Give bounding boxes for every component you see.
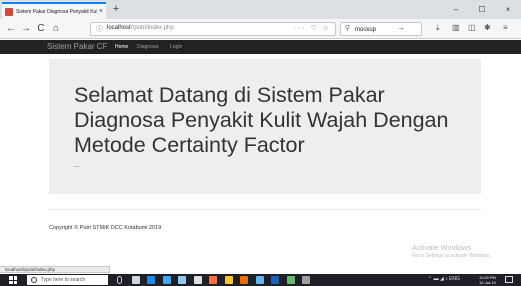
clock-date: 12-Jul-19 <box>479 280 496 285</box>
search-input[interactable] <box>355 24 419 35</box>
activate-windows-watermark: Activate Windows Go to Settings to activ… <box>412 243 491 259</box>
tab-title: Sistem Pakar Diagnosa Penyakit Kulit Waj… <box>16 8 97 15</box>
window-minimize-button[interactable]: – <box>443 0 469 19</box>
window-close-button[interactable]: × <box>495 0 521 19</box>
nav-home[interactable]: Home <box>115 44 128 50</box>
firefox-icon[interactable] <box>209 276 217 284</box>
search-icon: ⚲ <box>345 25 351 32</box>
app-grey-icon[interactable] <box>302 276 310 284</box>
taskbar-search-placeholder: Type here to search <box>41 277 86 283</box>
library-icon[interactable]: ▥ <box>452 23 460 32</box>
tab-close-icon[interactable]: × <box>99 8 103 15</box>
search-box[interactable]: ⚲ <box>340 22 422 36</box>
new-tab-button[interactable]: + <box>110 3 122 16</box>
window-maximize-button[interactable]: ☐ <box>469 0 495 19</box>
xampp-icon[interactable] <box>240 276 248 284</box>
back-button[interactable]: ← <box>4 22 18 36</box>
edge-icon[interactable] <box>147 276 155 284</box>
site-info-icon[interactable]: ⓘ <box>96 24 103 34</box>
photos-icon[interactable] <box>271 276 279 284</box>
task-view-icon[interactable] <box>131 276 140 284</box>
browser-tab-strip: Sistem Pakar Diagnosa Penyakit Kulit Waj… <box>0 0 521 19</box>
nav-diagnosa[interactable]: Diagnosa <box>137 44 158 50</box>
app-blue-icon[interactable] <box>255 276 264 284</box>
address-bar[interactable]: ⓘ localhost/rputri/index.php ··· ♡ ☆ <box>90 22 336 36</box>
site-brand[interactable]: Sistem Pakar CF <box>47 42 107 51</box>
welcome-headline: Selamat Datang di Sistem Pakar Diagnosa … <box>74 83 449 157</box>
reload-button[interactable]: C <box>34 22 48 36</box>
extension-icon[interactable]: ✱ <box>484 23 491 32</box>
notification-center-icon[interactable] <box>505 276 513 283</box>
site-navbar: Sistem Pakar CF Home Diagnosa Login <box>0 40 521 54</box>
screen: Sistem Pakar Diagnosa Penyakit Kulit Waj… <box>0 0 521 286</box>
browser-toolbar: ← → C ⌂ ⓘ localhost/rputri/index.php ···… <box>0 19 521 39</box>
headline-ellipsis: ... <box>74 162 80 169</box>
page-actions[interactable]: ··· ♡ ☆ <box>294 24 331 32</box>
taskbar-search-box[interactable]: Type here to search <box>27 275 108 285</box>
windows-taskbar: Type here to search ⌃ ▬ ◢ ♪ ENG 11:09 PM… <box>0 274 521 286</box>
store-icon[interactable] <box>162 276 171 284</box>
site-favicon-icon <box>5 7 13 16</box>
nav-login[interactable]: Login <box>170 44 182 50</box>
cortana-icon <box>31 277 37 283</box>
taskbar-clock[interactable]: 11:09 PM 12-Jul-19 <box>479 275 496 285</box>
home-button[interactable]: ⌂ <box>49 22 63 36</box>
forward-button[interactable]: → <box>19 22 33 36</box>
mic-icon[interactable] <box>117 276 122 284</box>
browser-status-bar: localhost/rputri/index.php <box>0 266 110 273</box>
download-icon[interactable]: ⤓ <box>436 23 440 33</box>
browser-tab[interactable]: Sistem Pakar Diagnosa Penyakit Kulit Waj… <box>2 2 106 19</box>
shop-bag-icon[interactable] <box>178 276 186 284</box>
url-path: /rputri/index.php <box>130 25 174 31</box>
footer-copyright: Copyright © Putri STMIK DCC Kotabumi 201… <box>49 225 162 231</box>
footer-divider <box>49 209 481 210</box>
mail-icon[interactable] <box>193 276 202 284</box>
menu-icon[interactable]: ≡ <box>503 23 508 32</box>
windows-start-icon[interactable] <box>9 276 17 284</box>
search-go-button[interactable]: → <box>397 23 405 32</box>
files-icon[interactable] <box>224 276 233 284</box>
url-host: localhost <box>107 25 131 31</box>
address-url: localhost/rputri/index.php <box>107 25 174 31</box>
watermark-subtitle: Go to Settings to activate Windows. <box>412 253 491 259</box>
chrome-icon[interactable] <box>286 276 295 284</box>
sidebar-icon[interactable]: ◫ <box>468 23 476 32</box>
welcome-jumbotron: Selamat Datang di Sistem Pakar Diagnosa … <box>49 59 481 194</box>
watermark-title: Activate Windows <box>412 243 472 252</box>
system-tray[interactable]: ⌃ ▬ ◢ ♪ ENG <box>428 276 460 282</box>
